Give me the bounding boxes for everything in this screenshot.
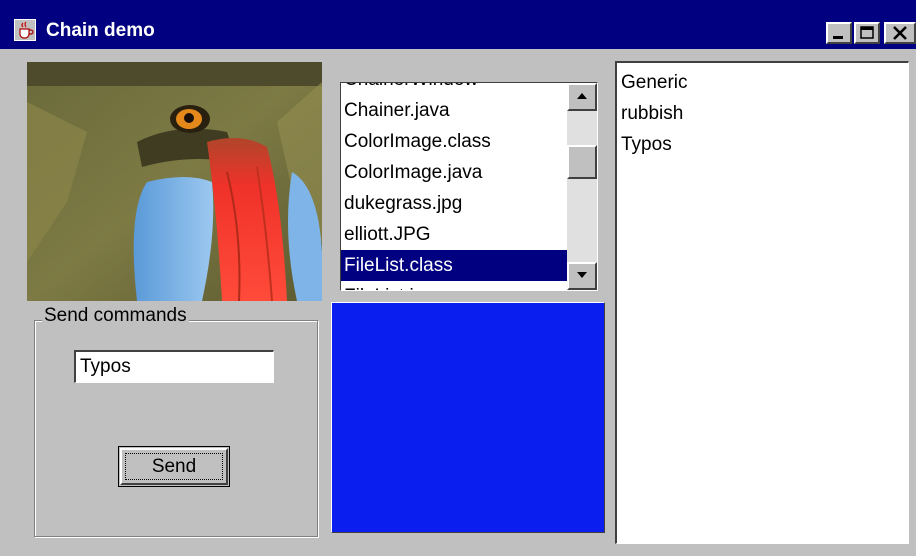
- output-text-area[interactable]: Generic rubbish Typos: [615, 61, 909, 544]
- list-item-selected[interactable]: FileList.class: [341, 250, 567, 281]
- color-panel: [331, 302, 605, 533]
- text-line: rubbish: [621, 103, 684, 124]
- mandrill-image: [27, 62, 322, 301]
- minimize-button[interactable]: [826, 22, 852, 44]
- arrow-down-icon: [577, 272, 587, 278]
- scroll-thumb[interactable]: [567, 145, 597, 179]
- command-input[interactable]: [74, 350, 274, 383]
- list-item[interactable]: ColorImage.java: [341, 157, 567, 188]
- text-line: Typos: [621, 134, 672, 155]
- arrow-up-icon: [577, 93, 587, 99]
- scroll-up-button[interactable]: [567, 83, 597, 111]
- list-item[interactable]: dukegrass.jpg: [341, 188, 567, 219]
- send-button-label: Send: [125, 453, 223, 480]
- maximize-button[interactable]: [854, 22, 880, 44]
- file-list-scrollbar[interactable]: [567, 83, 597, 290]
- close-icon: [893, 26, 907, 40]
- window-title: Chain demo: [46, 20, 155, 41]
- file-list[interactable]: ChainerWindow Chainer.java ColorImage.cl…: [340, 82, 598, 291]
- list-item[interactable]: ChainerWindow: [341, 83, 567, 95]
- list-item[interactable]: Chainer.java: [341, 95, 567, 126]
- send-commands-title: Send commands: [42, 305, 189, 327]
- maximize-icon: [860, 26, 874, 39]
- send-button[interactable]: Send: [118, 446, 230, 487]
- title-bar[interactable]: Chain demo: [0, 0, 916, 49]
- list-item[interactable]: elliott.JPG: [341, 219, 567, 250]
- list-item[interactable]: FileList.java: [341, 281, 567, 290]
- list-item[interactable]: ColorImage.class: [341, 126, 567, 157]
- minimize-icon: [833, 36, 843, 39]
- java-cup-icon[interactable]: [14, 19, 36, 41]
- file-list-items: ChainerWindow Chainer.java ColorImage.cl…: [341, 83, 567, 290]
- close-button[interactable]: [884, 22, 916, 44]
- text-line: Generic: [621, 72, 688, 93]
- scroll-down-button[interactable]: [567, 262, 597, 290]
